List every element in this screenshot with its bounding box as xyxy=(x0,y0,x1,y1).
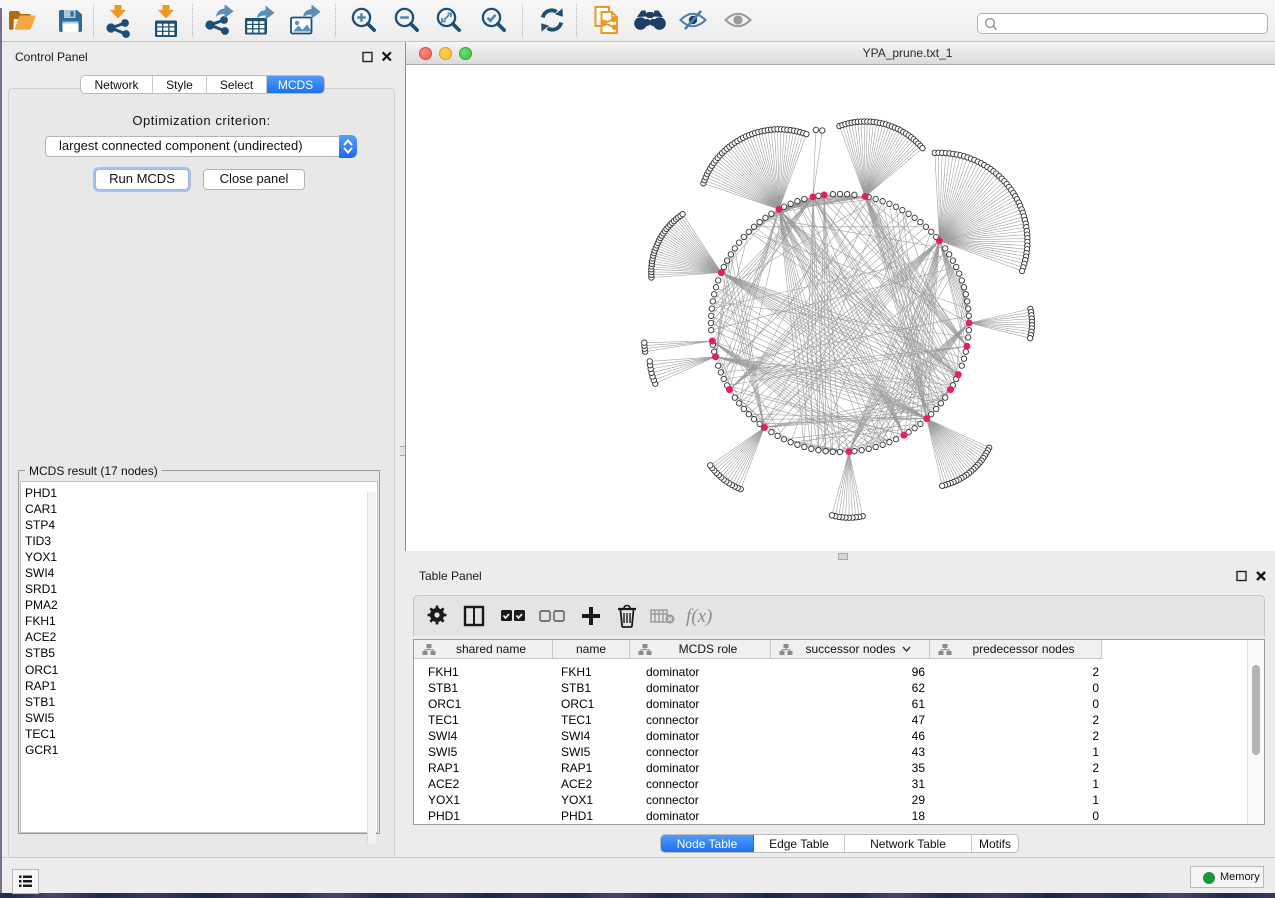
svg-text:f(x): f(x) xyxy=(686,606,712,627)
